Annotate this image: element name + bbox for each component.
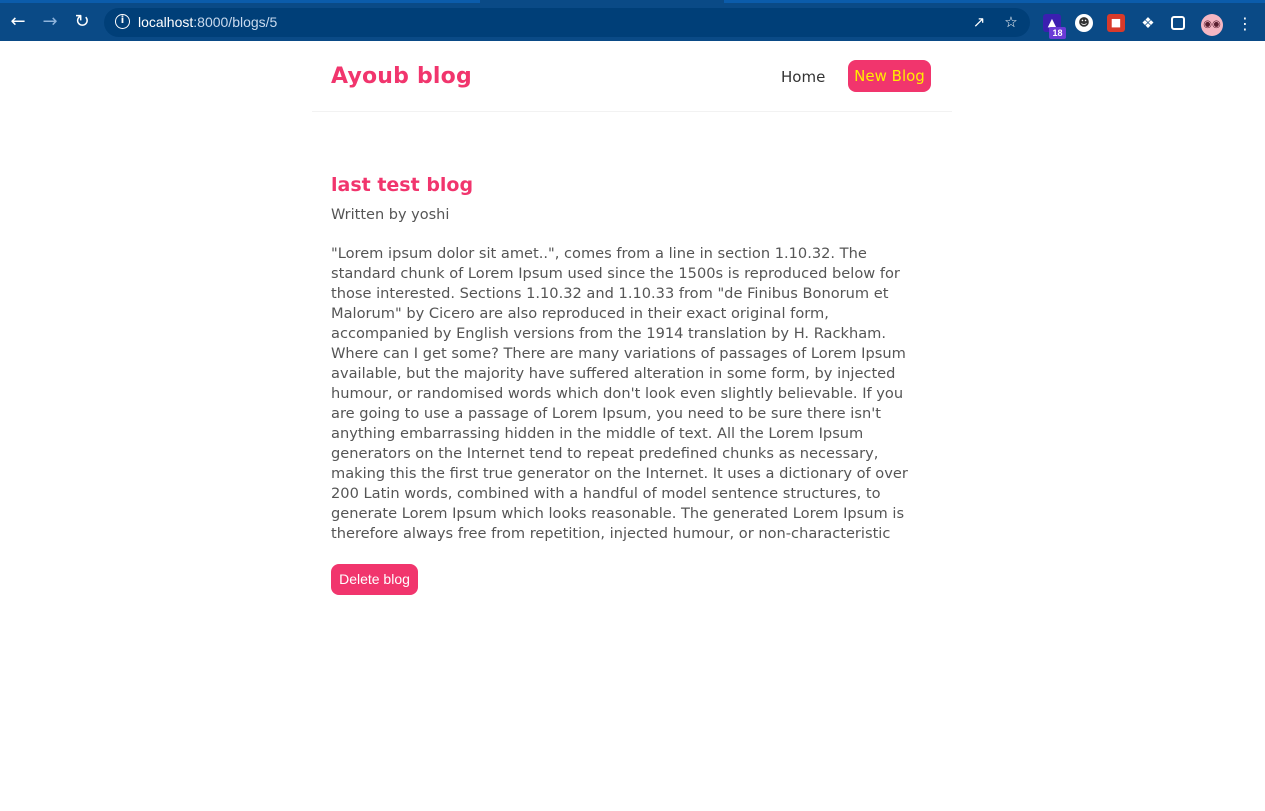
extension-red-icon[interactable]: ■ [1107,14,1125,32]
url-text[interactable]: localhost:8000/blogs/5 [138,14,277,30]
kebab-menu-icon[interactable]: ⋮ [1237,13,1253,35]
delete-blog-button[interactable]: Delete blog [331,564,418,595]
blog-author: Written by yoshi [331,207,450,223]
address-bar[interactable]: i localhost:8000/blogs/5 ↗ ☆ [104,8,1030,37]
url-path: :8000/blogs/5 [193,14,278,30]
blog-body: "Lorem ipsum dolor sit amet..", comes fr… [331,245,908,542]
url-host: localhost [138,14,194,30]
side-panel-icon[interactable] [1171,16,1185,30]
puzzle-icon[interactable]: ❖ [1139,14,1157,32]
blog-title: last test blog [331,174,474,196]
forward-icon[interactable]: → [39,11,61,33]
site-brand: Ayoub blog [331,64,472,89]
info-icon[interactable]: i [115,14,130,29]
browser-toolbar: ← → ↻ i localhost:8000/blogs/5 ↗ ☆ ▲ 18 … [0,0,1265,41]
share-icon[interactable]: ↗ [970,13,988,31]
star-icon[interactable]: ☆ [1002,13,1020,31]
site-navbar: Ayoub blog Home New Blog [312,41,952,112]
nav-home-link[interactable]: Home [781,67,825,87]
nav-new-blog-button[interactable]: New Blog [848,60,931,92]
back-icon[interactable]: ← [7,11,29,33]
profile-avatar[interactable]: ◉◉ [1201,14,1223,36]
active-tab-indicator [480,0,724,3]
reload-icon[interactable]: ↻ [71,11,93,33]
extension-badge: 18 [1049,27,1066,39]
extension-face-icon[interactable]: ☻ [1075,14,1093,32]
blog-details: last test blog Written by yoshi "Lorem i… [331,172,931,595]
